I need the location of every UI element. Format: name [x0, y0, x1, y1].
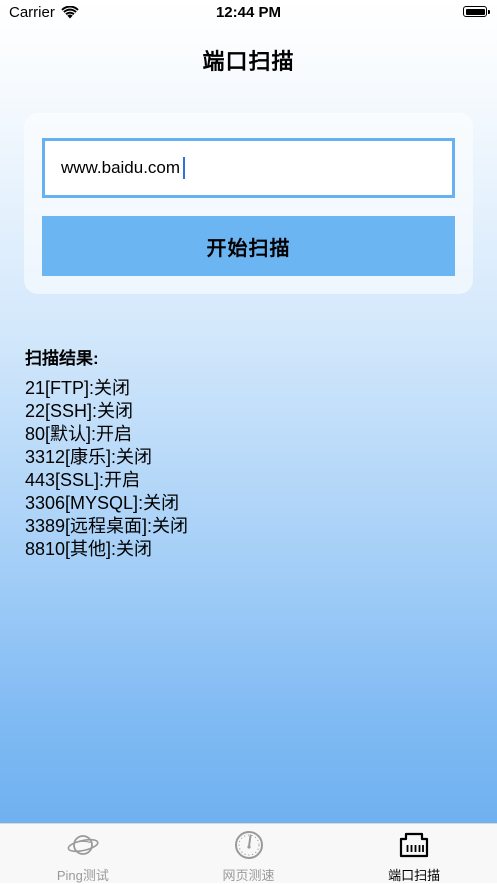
status-time: 12:44 PM — [215, 4, 282, 21]
result-item: 8810[其他]:关闭 — [25, 539, 153, 559]
status-bar: Carrier 12:44 PM — [0, 0, 497, 26]
battery-icon — [463, 6, 490, 17]
speedometer-icon — [234, 831, 263, 859]
results-list: 21[FTP]:关闭 22[SSH]:关闭 80[默认]:开启 3312[康乐]… — [25, 377, 188, 561]
tab-port-scan[interactable]: 端口扫描 — [331, 824, 497, 883]
tab-label: 网页测速 — [222, 868, 275, 883]
tab-bar: Ping测试 网页测速 端口扫描 — [0, 823, 497, 883]
tab-label: 端口扫描 — [388, 868, 441, 883]
result-item: 3389[远程桌面]:关闭 — [25, 516, 189, 536]
text-caret — [183, 157, 185, 179]
tab-web-speed[interactable]: 网页测速 — [166, 824, 332, 883]
tab-ping-test[interactable]: Ping测试 — [0, 824, 166, 883]
ethernet-port-icon — [400, 832, 429, 858]
result-item: 22[SSH]:关闭 — [25, 401, 134, 421]
result-item: 80[默认]:开启 — [25, 424, 133, 444]
page-title: 端口扫描 — [202, 49, 295, 74]
url-input[interactable] — [42, 138, 455, 198]
planet-icon — [67, 835, 99, 855]
result-item: 3312[康乐]:关闭 — [25, 447, 153, 467]
result-item: 3306[MYSQL]:关闭 — [25, 493, 180, 513]
result-item: 21[FTP]:关闭 — [25, 378, 131, 398]
start-scan-button[interactable]: 开始扫描 — [42, 216, 455, 276]
tab-label: Ping测试 — [56, 868, 109, 883]
result-item: 443[SSL]:开启 — [25, 470, 141, 490]
results-title: 扫描结果: — [25, 349, 99, 368]
